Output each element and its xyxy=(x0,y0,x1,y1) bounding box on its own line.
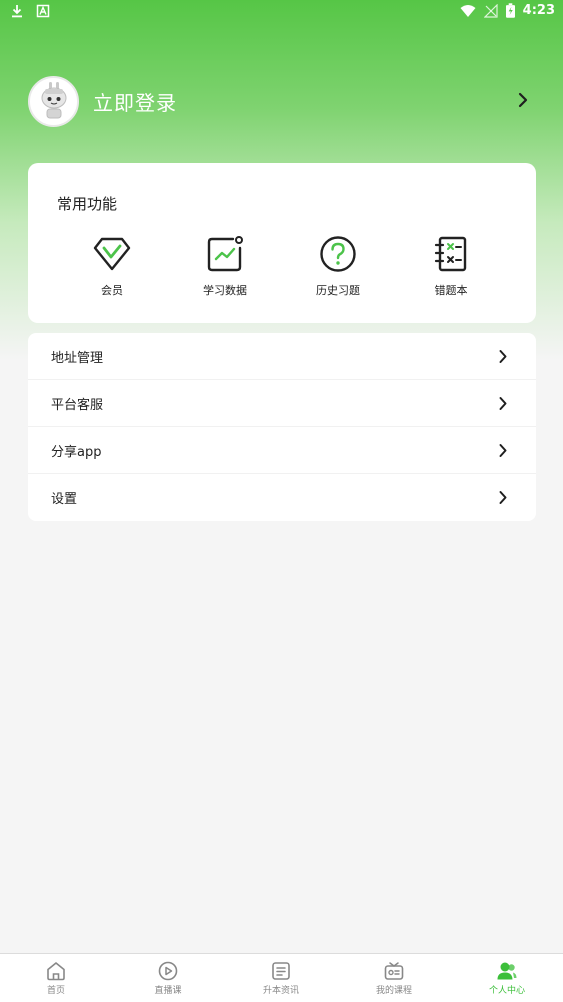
settings-menu: 地址管理 平台客服 分享app 设置 xyxy=(28,333,536,521)
login-label[interactable]: 立即登录 xyxy=(93,87,177,116)
bottom-tab-bar: 首页 直播课 升本资讯 我的课程 个人中心 xyxy=(0,953,563,1002)
tab-profile[interactable]: 个人中心 xyxy=(451,960,563,996)
chevron-right-icon xyxy=(499,444,507,457)
tab-home[interactable]: 首页 xyxy=(0,960,112,996)
chevron-right-icon xyxy=(499,350,507,363)
chevron-right-icon[interactable] xyxy=(517,91,529,109)
menu-item-label: 平台客服 xyxy=(51,397,104,413)
tab-label: 我的课程 xyxy=(375,986,412,996)
status-time: 4:23 xyxy=(522,3,555,18)
tab-label: 个人中心 xyxy=(488,986,525,996)
func-label: 历史习题 xyxy=(316,284,360,297)
login-profile-row[interactable]: 立即登录 xyxy=(28,75,535,127)
func-item-wrong-questions[interactable]: 错题本 xyxy=(396,235,506,298)
menu-item-settings[interactable]: 设置 xyxy=(28,474,536,521)
no-signal-icon xyxy=(483,3,498,18)
user-icon xyxy=(497,962,517,980)
func-item-membership[interactable]: 会员 xyxy=(57,235,167,298)
func-item-study-data[interactable]: 学习数据 xyxy=(170,235,280,298)
tab-my-courses[interactable]: 我的课程 xyxy=(338,960,450,996)
common-functions-title: 常用功能 xyxy=(57,195,118,213)
course-icon xyxy=(384,962,404,980)
common-functions-grid: 会员 学习数据 历史习题 错题本 xyxy=(28,235,536,305)
diamond-icon xyxy=(93,237,131,271)
play-icon xyxy=(158,961,178,981)
func-label: 学习数据 xyxy=(203,284,247,297)
func-label: 错题本 xyxy=(434,284,468,297)
tab-news[interactable]: 升本资讯 xyxy=(225,960,337,996)
news-icon xyxy=(272,962,290,980)
download-icon xyxy=(12,5,22,18)
menu-item-label: 分享app xyxy=(51,444,102,460)
avatar[interactable] xyxy=(28,75,79,127)
func-item-history-questions[interactable]: 历史习题 xyxy=(283,235,393,298)
robot-avatar-icon xyxy=(41,82,66,119)
chevron-right-icon xyxy=(499,397,507,410)
notebook-icon xyxy=(434,236,467,272)
tab-label: 升本资讯 xyxy=(262,986,299,996)
common-functions-card: 常用功能 会员 学习数据 历史习题 错题本 xyxy=(28,163,536,323)
tab-live-course[interactable]: 直播课 xyxy=(112,960,224,996)
home-icon xyxy=(47,962,65,981)
menu-item-label: 设置 xyxy=(51,492,78,507)
app-notification-icon xyxy=(36,4,50,18)
tab-label: 直播课 xyxy=(154,986,182,996)
battery-icon xyxy=(505,3,515,18)
menu-item-customer-service[interactable]: 平台客服 xyxy=(28,380,536,427)
wifi-icon xyxy=(460,4,476,17)
menu-item-share-app[interactable]: 分享app xyxy=(28,427,536,474)
menu-item-address[interactable]: 地址管理 xyxy=(28,333,536,380)
tab-label: 首页 xyxy=(46,986,65,996)
func-label: 会员 xyxy=(101,284,123,297)
menu-item-label: 地址管理 xyxy=(51,350,104,366)
chart-icon xyxy=(207,236,243,272)
status-bar: 4:23 xyxy=(0,0,563,24)
chevron-right-icon xyxy=(499,491,507,504)
question-icon xyxy=(320,236,356,272)
